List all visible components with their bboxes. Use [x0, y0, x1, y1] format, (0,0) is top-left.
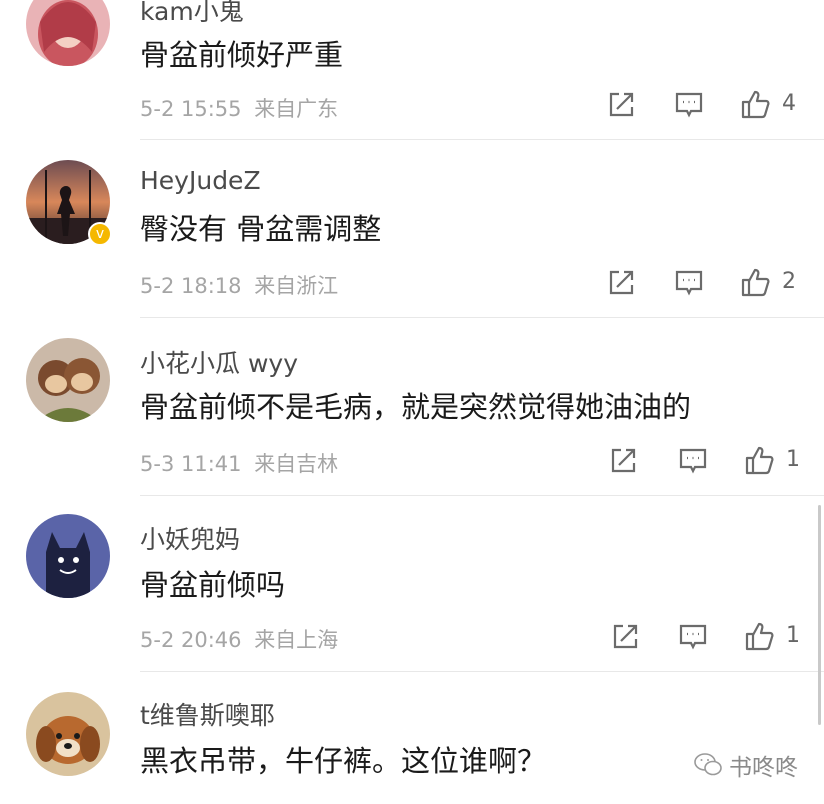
share-button[interactable] — [606, 268, 636, 300]
share-icon — [613, 624, 638, 649]
comment-icon — [675, 270, 703, 296]
share-icon — [609, 270, 634, 295]
comment-button[interactable] — [678, 446, 708, 478]
username[interactable]: t维鲁斯噢耶 — [140, 696, 275, 732]
like-count: 1 — [786, 623, 800, 648]
like-count: 2 — [782, 269, 796, 294]
watermark-text: 书咚咚 — [729, 755, 798, 781]
like-icon — [745, 622, 774, 651]
comment-text: 骨盆前倾吗 — [140, 568, 286, 602]
share-button[interactable] — [610, 622, 640, 654]
avatar[interactable] — [26, 0, 110, 66]
comment-meta: 5-2 15:55 来自广东 — [140, 93, 338, 123]
comment-item: 小花小瓜 wyy 骨盆前倾不是毛病，就是突然觉得她油油的 5-3 11:41 来… — [0, 318, 824, 496]
like-icon — [745, 446, 774, 475]
comment-meta: 5-2 18:18 来自浙江 — [140, 270, 338, 300]
avatar[interactable] — [26, 514, 110, 598]
comment-location: 来自上海 — [254, 628, 339, 652]
comment-icon — [679, 624, 707, 650]
comment-icon — [675, 92, 703, 118]
share-button[interactable] — [608, 446, 638, 478]
comment-item: t维鲁斯噢耶 黑衣吊带，牛仔裤。这位谁啊？ — [0, 672, 824, 804]
comment-item: kam小鬼 骨盆前倾好严重 5-2 15:55 来自广东 4 — [0, 0, 824, 140]
username[interactable]: HeyJudeZ — [140, 166, 261, 195]
comment-location: 来自吉林 — [254, 452, 339, 476]
like-count: 4 — [782, 91, 796, 116]
verified-badge-icon: v — [88, 222, 112, 246]
like-count: 1 — [786, 447, 800, 472]
like-button[interactable] — [740, 88, 772, 120]
comment-button[interactable] — [674, 268, 704, 300]
avatar[interactable] — [26, 692, 110, 776]
comment-location: 来自广东 — [254, 97, 339, 121]
username[interactable]: kam小鬼 — [140, 0, 244, 28]
share-icon — [609, 92, 634, 117]
scrollbar[interactable] — [818, 505, 821, 725]
comment-time: 5-2 18:18 — [140, 274, 242, 298]
comment-text: 臀没有 骨盆需调整 — [140, 212, 382, 246]
share-button[interactable] — [606, 90, 636, 122]
watermark: 书咚咚 — [693, 750, 798, 781]
username[interactable]: 小妖兜妈 — [140, 520, 240, 556]
comment-meta: 5-3 11:41 来自吉林 — [140, 448, 338, 478]
like-icon — [741, 268, 770, 297]
comment-time: 5-2 15:55 — [140, 97, 242, 121]
comment-item: v HeyJudeZ 臀没有 骨盆需调整 5-2 18:18 来自浙江 2 — [0, 140, 824, 318]
comment-location: 来自浙江 — [254, 274, 339, 298]
comment-item: 小妖兜妈 骨盆前倾吗 5-2 20:46 来自上海 1 — [0, 496, 824, 672]
like-icon — [741, 90, 770, 119]
like-button[interactable] — [740, 266, 772, 298]
username[interactable]: 小花小瓜 wyy — [140, 344, 298, 380]
comment-text: 骨盆前倾好严重 — [140, 38, 344, 72]
wechat-icon — [694, 753, 722, 776]
avatar[interactable] — [26, 338, 110, 422]
comment-meta: 5-2 20:46 来自上海 — [140, 624, 338, 654]
comment-button[interactable] — [674, 90, 704, 122]
comment-text: 骨盆前倾不是毛病，就是突然觉得她油油的 — [140, 390, 692, 424]
like-button[interactable] — [744, 444, 776, 476]
comment-time: 5-2 20:46 — [140, 628, 242, 652]
like-button[interactable] — [744, 620, 776, 652]
comment-text: 黑衣吊带，牛仔裤。这位谁啊？ — [140, 744, 547, 778]
share-icon — [611, 448, 636, 473]
comment-button[interactable] — [678, 622, 708, 654]
comment-time: 5-3 11:41 — [140, 452, 242, 476]
comment-icon — [679, 448, 707, 474]
